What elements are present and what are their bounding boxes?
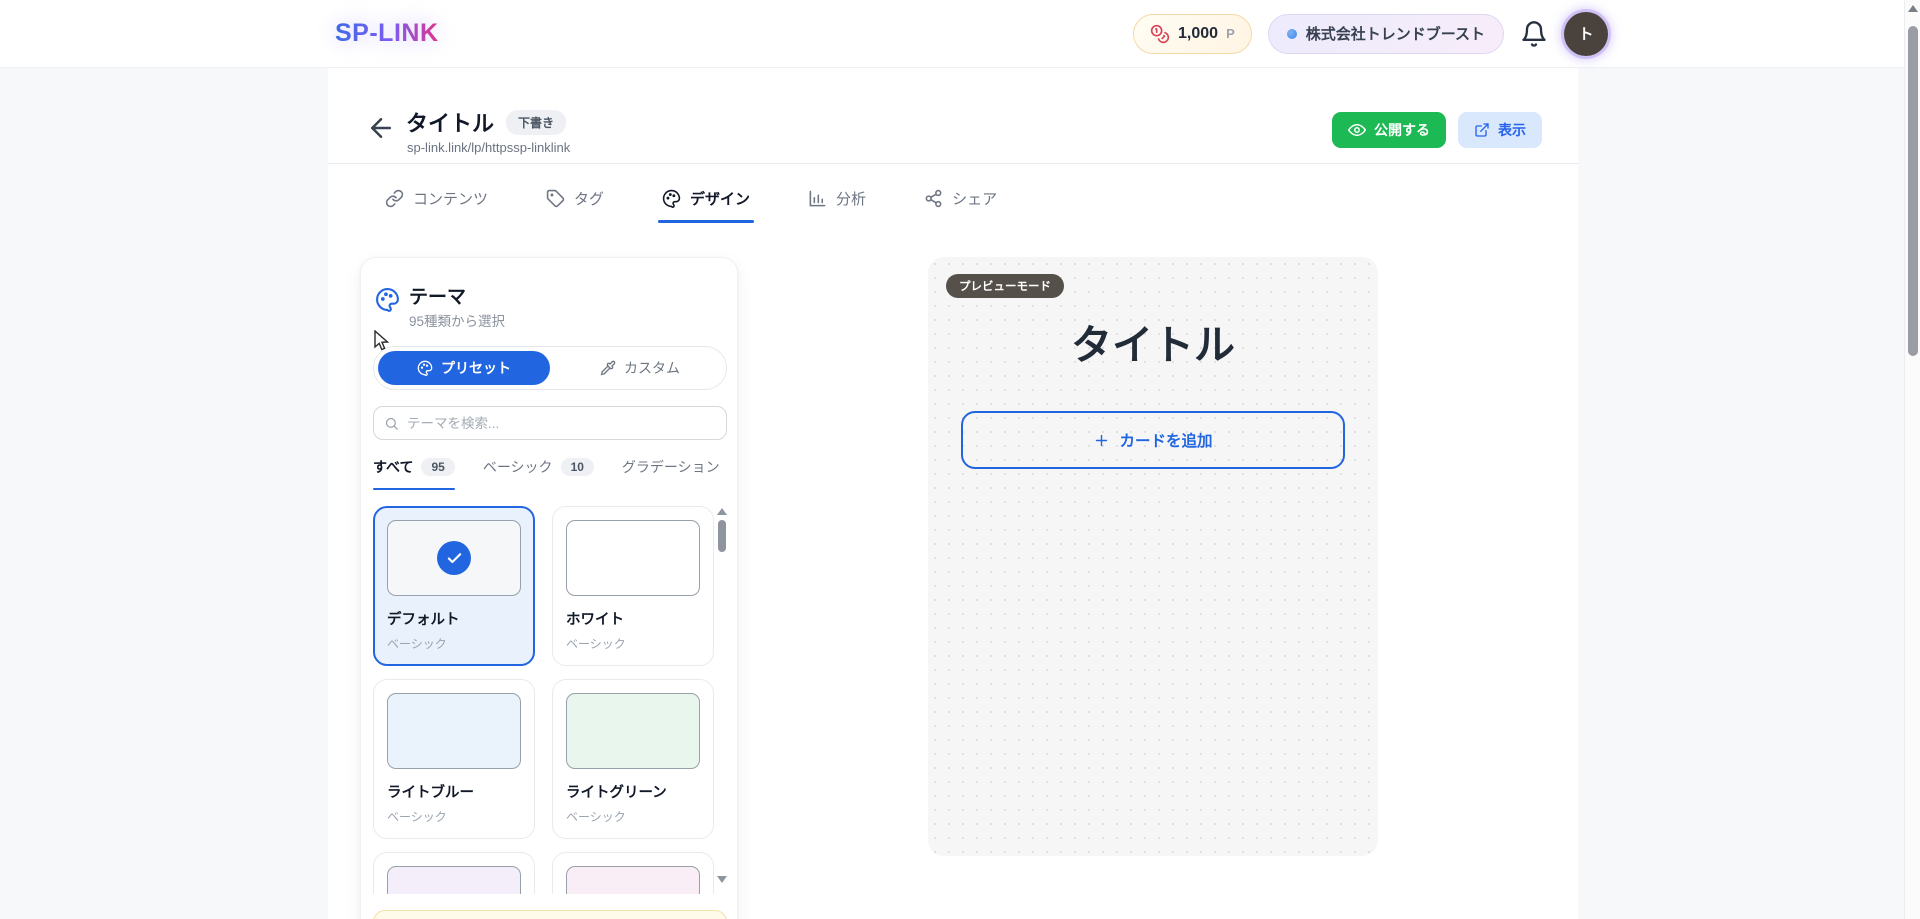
segment-custom[interactable]: カスタム [554,347,726,389]
tag-icon [546,189,565,208]
points-value: 1,000 [1178,25,1218,43]
status-badge: 下書き [506,110,566,135]
theme-swatch [566,693,700,769]
theme-swatch [387,866,521,894]
app-header: SP-LINK 1,000 P 株式会社トレンドブースト ト [0,0,1920,68]
theme-card[interactable] [552,852,714,894]
theme-swatch [566,520,700,596]
theme-card[interactable]: ライトグリーン ベーシック [552,679,714,839]
tab-bar: コンテンツ タグ デザイン 分析 シェア [385,188,997,223]
palette-icon [662,189,681,208]
theme-search [373,406,727,440]
filter-count-badge: 95 [421,458,454,476]
external-link-icon [1474,122,1490,138]
theme-grid: デフォルト ベーシック ホワイト ベーシック ライトブルー ベーシック ライトグ… [373,506,714,894]
palette-icon [375,287,400,312]
points-unit: P [1226,26,1235,41]
scrollbar-up-arrow-icon[interactable] [1908,5,1918,12]
notification-bell-icon[interactable] [1520,20,1548,48]
eye-icon [1348,121,1366,139]
theme-list: デフォルト ベーシック ホワイト ベーシック ライトブルー ベーシック ライトグ… [373,506,727,894]
theme-card[interactable]: ホワイト ベーシック [552,506,714,666]
preview-panel: プレビューモード タイトル カードを追加 [928,257,1378,856]
back-button[interactable] [366,113,396,143]
filter-tab-all[interactable]: すべて 95 [373,456,455,490]
theme-card[interactable]: ライトブルー ベーシック [373,679,535,839]
theme-swatch [566,866,700,894]
add-card-button[interactable]: カードを追加 [961,411,1345,469]
theme-list-scrollbar-thumb[interactable] [718,520,726,552]
theme-card[interactable]: デフォルト ベーシック [373,506,535,666]
palette-icon [417,360,433,376]
header-divider [328,163,1578,164]
theme-card[interactable] [373,852,535,894]
points-badge[interactable]: 1,000 P [1133,14,1252,54]
preview-mode-badge: プレビューモード [946,274,1064,298]
theme-panel-title: テーマ [409,282,466,309]
theme-filters: すべて 95 ベーシック 10 グラデーション [373,456,727,490]
tab-tags[interactable]: タグ [546,188,604,223]
page-root: SP-LINK 1,000 P 株式会社トレンドブースト ト タイトル 下書き [0,0,1920,919]
filter-count-badge: 10 [561,458,594,476]
coins-icon [1150,24,1170,44]
header-right: 1,000 P 株式会社トレンドブースト ト [1133,12,1608,56]
avatar[interactable]: ト [1564,12,1608,56]
status-dot-icon [1287,29,1297,39]
theme-panel: テーマ 95種類から選択 プリセット カスタム すべて 95 ベーシック [360,257,738,919]
page-scrollbar [1904,0,1920,919]
company-name: 株式会社トレンドブースト [1306,23,1485,44]
avatar-initial: ト [1578,23,1593,44]
link-icon [385,189,404,208]
share-icon [924,189,943,208]
theme-search-input[interactable] [407,416,716,431]
segment-preset[interactable]: プリセット [378,351,550,385]
title-row: タイトル 下書き [406,106,566,138]
theme-list-scrollbar [717,506,727,894]
app-logo[interactable]: SP-LINK [335,19,439,48]
theme-panel-subtitle: 95種類から選択 [409,310,505,330]
chart-icon [808,189,827,208]
tab-share[interactable]: シェア [924,188,997,223]
publish-button[interactable]: 公開する [1332,112,1446,148]
theme-swatch [387,520,521,596]
filter-tab-basic[interactable]: ベーシック 10 [483,456,594,490]
page-head: タイトル 下書き sp-link.link/lp/httpssp-linklin… [328,68,1578,163]
main-content: タイトル 下書き sp-link.link/lp/httpssp-linklin… [328,68,1578,919]
eyedropper-icon [600,360,616,376]
head-actions: 公開する 表示 [1332,112,1542,148]
scroll-up-arrow-icon[interactable] [717,508,727,516]
check-icon [437,541,471,575]
page-url: sp-link.link/lp/httpssp-linklink [407,140,570,155]
filter-tab-gradation[interactable]: グラデーション [622,456,720,490]
page-scrollbar-thumb[interactable] [1908,26,1918,356]
tab-analytics[interactable]: 分析 [808,188,866,223]
tab-design[interactable]: デザイン [662,188,750,223]
tip-box [373,910,727,919]
view-button[interactable]: 表示 [1458,112,1542,148]
scroll-down-arrow-icon[interactable] [717,876,727,884]
plus-icon [1093,432,1110,449]
theme-swatch [387,693,521,769]
tab-contents[interactable]: コンテンツ [385,188,488,223]
page-title: タイトル [406,106,494,138]
theme-mode-segmented-control: プリセット カスタム [373,346,727,390]
company-badge[interactable]: 株式会社トレンドブースト [1268,14,1504,54]
search-icon [384,416,399,431]
preview-title: タイトル [928,311,1378,371]
